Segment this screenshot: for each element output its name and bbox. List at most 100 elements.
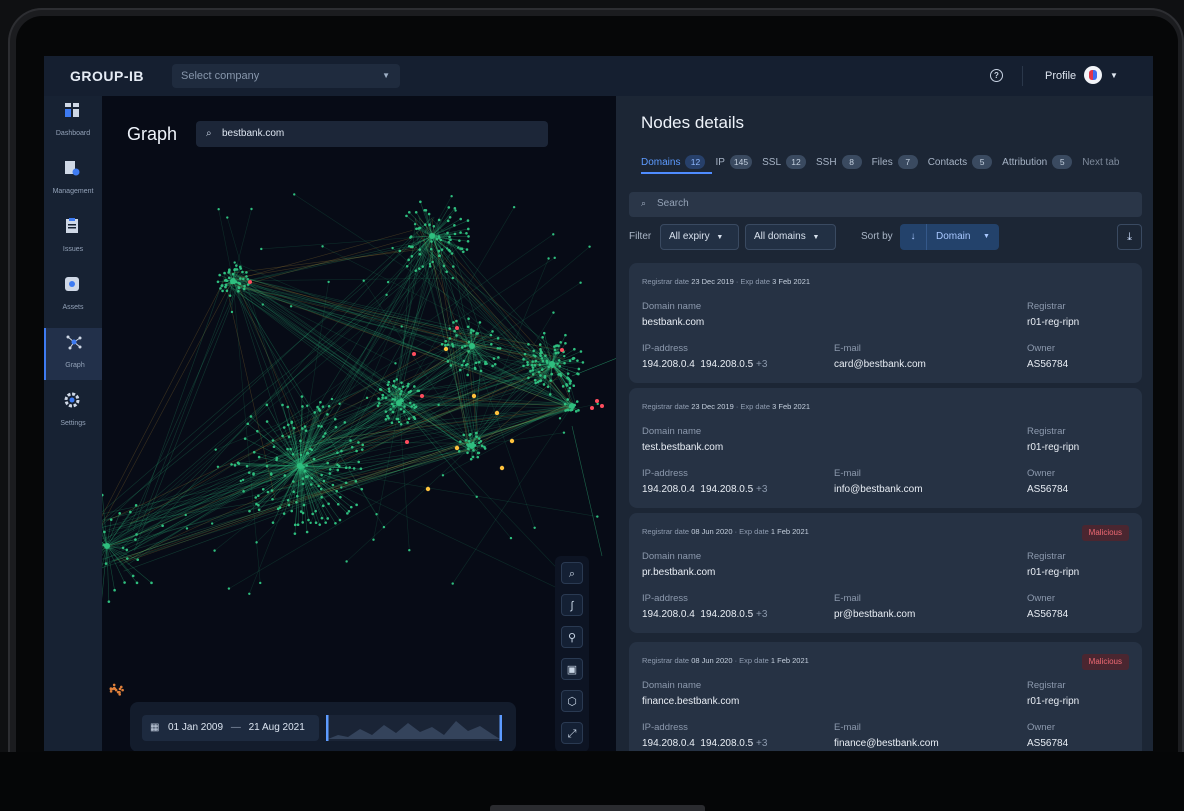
email-value: info@bestbank.com	[834, 484, 923, 495]
tab-next[interactable]: Next tab	[1082, 157, 1119, 168]
top-bar: GROUP-IB Select company ▼ ? Profile ▼	[44, 56, 1153, 97]
tab-attribution[interactable]: Attribution 5	[1002, 155, 1073, 169]
tab-ssl[interactable]: SSL 12	[762, 155, 807, 169]
settings-icon	[64, 392, 80, 408]
sidebar-item-graph[interactable]: Graph	[44, 328, 102, 380]
tab-contacts[interactable]: Contacts 5	[928, 155, 993, 169]
profile-label[interactable]: Profile	[1045, 70, 1076, 82]
graph-toolbar: ⌕ ∫ ⚲ ▣ ⬡ ⤢	[555, 556, 589, 751]
filter-label: Filter	[629, 231, 652, 242]
company-select[interactable]: Select company ▼	[172, 64, 400, 88]
ip-label: IP-address	[642, 343, 688, 354]
domain-name-value[interactable]: pr.bestbank.com	[642, 567, 715, 578]
range-handle-left[interactable]	[326, 715, 329, 741]
domain-name-label: Domain name	[642, 680, 702, 691]
location-pin-icon[interactable]: ⚲	[561, 626, 583, 648]
camera-icon[interactable]: ▣	[561, 658, 583, 680]
registrar-value: r01-reg-ripn	[1027, 442, 1080, 453]
sidebar-item-issues[interactable]: Issues	[44, 212, 102, 264]
page-title: Graph	[127, 124, 178, 144]
help-icon[interactable]: ?	[990, 69, 1003, 82]
sidebar-item-label: Dashboard	[55, 130, 91, 137]
domain-card[interactable]: Registrar date 08 Jun 2020 · Exp date 1 …	[629, 513, 1142, 633]
calendar-icon: ▦	[150, 722, 160, 733]
registrar-value: r01-reg-ripn	[1027, 567, 1080, 578]
email-label: E-mail	[834, 468, 861, 479]
sort-dropdown[interactable]: ↓ Domain ▼	[900, 224, 999, 250]
email-value: card@bestbank.com	[834, 359, 926, 370]
sidebar-item-dashboard[interactable]: Dashboard	[44, 96, 102, 148]
domain-name-value[interactable]: test.bestbank.com	[642, 442, 723, 453]
registrar-value: r01-reg-ripn	[1027, 696, 1080, 707]
network-graph[interactable]	[102, 96, 616, 751]
tab-files[interactable]: Files 7	[872, 155, 918, 169]
sidebar-item-management[interactable]: Management	[44, 154, 102, 206]
sidebar-item-label: Issues	[62, 246, 84, 253]
registrar-label: Registrar	[1027, 551, 1066, 562]
assets-icon	[65, 277, 79, 291]
graph-canvas[interactable]: Graph ⌕ bestbank.com ⌕ ∫ ⚲ ▣ ⬡ ⤢ ▦ 01 Ja…	[102, 96, 616, 751]
sidebar: Dashboard Management Issues Assets Graph…	[44, 96, 102, 751]
card-dates: Registrar date 08 Jun 2020 · Exp date 1 …	[642, 527, 809, 536]
graph-search-input[interactable]: ⌕ bestbank.com	[196, 121, 548, 147]
dashboard-icon	[65, 103, 79, 117]
owner-label: Owner	[1027, 722, 1055, 733]
domain-card[interactable]: Registrar date 23 Dec 2019 · Exp date 3 …	[629, 388, 1142, 508]
cube-icon[interactable]: ⬡	[561, 690, 583, 712]
sort-direction-icon[interactable]: ↓	[900, 224, 927, 250]
domain-name-value[interactable]: bestbank.com	[642, 317, 704, 328]
download-icon[interactable]: ⤓	[1117, 224, 1142, 250]
avatar[interactable]	[1084, 66, 1102, 84]
email-label: E-mail	[834, 593, 861, 604]
domain-name-label: Domain name	[642, 426, 702, 437]
card-dates: Registrar date 23 Dec 2019 · Exp date 3 …	[642, 277, 811, 286]
chevron-down-icon: ▼	[812, 234, 820, 241]
registrar-label: Registrar	[1027, 680, 1066, 691]
panel-title: Nodes details	[641, 113, 745, 132]
tab-ip[interactable]: IP 145	[715, 155, 753, 169]
sidebar-item-label: Settings	[60, 420, 86, 427]
registrar-value: r01-reg-ripn	[1027, 317, 1080, 328]
filter-bar: Filter All expiry ▼ All domains ▼ Sort b…	[629, 224, 1142, 250]
date-to: 21 Aug 2021	[248, 722, 305, 733]
owner-value: AS56784	[1027, 609, 1069, 620]
owner-label: Owner	[1027, 343, 1055, 354]
details-search-input[interactable]: ⌕ Search	[629, 192, 1142, 217]
company-select-value: Select company	[181, 70, 260, 82]
sidebar-item-settings[interactable]: Settings	[44, 386, 102, 438]
domain-name-label: Domain name	[642, 551, 702, 562]
email-label: E-mail	[834, 722, 861, 733]
chevron-down-icon[interactable]: ▼	[1110, 71, 1118, 80]
domain-name-value[interactable]: finance.bestbank.com	[642, 696, 739, 707]
domain-card[interactable]: Registrar date 23 Dec 2019 · Exp date 3 …	[629, 263, 1142, 383]
tab-ssh[interactable]: SSH 8	[816, 155, 862, 169]
sort-label: Sort by	[861, 231, 893, 242]
tab-domains[interactable]: Domains 12	[641, 155, 706, 169]
search-icon: ⌕	[206, 128, 212, 139]
registrar-label: Registrar	[1027, 301, 1066, 312]
details-tabs: Domains 12 IP 145 SSL 12 SSH 8 Files 7 Contacts 5 At…	[641, 152, 1129, 172]
timeline-histogram[interactable]	[326, 715, 502, 741]
date-separator: —	[230, 722, 241, 733]
card-dates: Registrar date 23 Dec 2019 · Exp date 3 …	[642, 402, 811, 411]
range-handle-right[interactable]	[499, 715, 503, 741]
graph-icon	[66, 335, 82, 350]
divider	[1022, 66, 1023, 86]
laptop-base	[0, 752, 1184, 811]
fullscreen-icon[interactable]: ⤢	[561, 722, 583, 744]
sidebar-item-assets[interactable]: Assets	[44, 270, 102, 322]
ip-label: IP-address	[642, 722, 688, 733]
expiry-filter-dropdown[interactable]: All expiry ▼	[660, 224, 739, 250]
active-tab-indicator	[641, 172, 712, 174]
find-node-icon[interactable]: ⌕	[561, 562, 583, 584]
sidebar-item-label: Management	[52, 188, 94, 195]
graph-edges	[102, 194, 616, 602]
ip-value: 194.208.0.4 194.208.0.5 +3	[642, 609, 768, 620]
route-icon[interactable]: ∫	[561, 594, 583, 616]
management-icon	[65, 161, 80, 176]
domains-filter-dropdown[interactable]: All domains ▼	[745, 224, 836, 250]
date-range-picker[interactable]: ▦ 01 Jan 2009 — 21 Aug 2021	[142, 715, 319, 741]
ip-value: 194.208.0.4 194.208.0.5 +3	[642, 359, 768, 370]
email-label: E-mail	[834, 343, 861, 354]
domain-card[interactable]: Registrar date 08 Jun 2020 · Exp date 1 …	[629, 642, 1142, 751]
